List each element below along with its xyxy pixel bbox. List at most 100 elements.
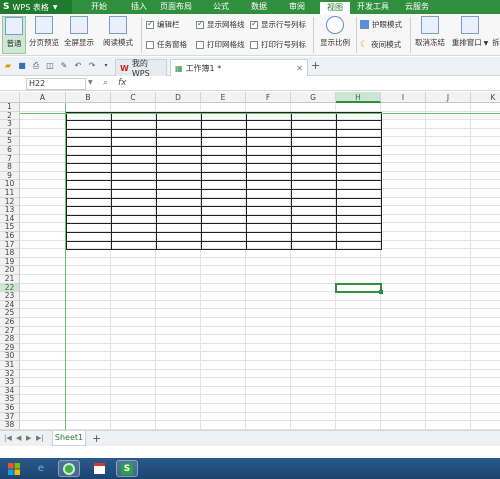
print-preview-icon[interactable]: ◫ bbox=[45, 61, 55, 71]
last-sheet-icon[interactable]: ▶| bbox=[36, 434, 44, 442]
freeze-line-vertical bbox=[65, 103, 66, 430]
grid-column bbox=[381, 103, 426, 430]
menu-item[interactable]: 数据 bbox=[244, 0, 274, 14]
wps-spreadsheet-taskbar-button[interactable]: S bbox=[116, 460, 138, 477]
checkbox-icon bbox=[250, 40, 258, 49]
eye-care-mode-button[interactable]: 护眼模式 bbox=[360, 19, 402, 30]
checkbox-checked-icon bbox=[196, 19, 204, 29]
eye-care-icon bbox=[360, 20, 369, 29]
column-header-i[interactable]: I bbox=[381, 92, 426, 103]
menu-item[interactable]: 页面布局 bbox=[156, 0, 196, 14]
full-screen-label: 全屏显示 bbox=[64, 38, 94, 47]
windows-start-icon[interactable] bbox=[3, 460, 25, 477]
task-pane-label: 任务窗格 bbox=[157, 40, 187, 49]
spreadsheet-grid[interactable]: ABCDEFGHIJK 1 2 3 4 5 6 7 8 9 10 11 12 13 14 15 16 17 18 1… bbox=[0, 92, 500, 430]
menu-item[interactable]: 插入 bbox=[124, 0, 154, 14]
grid-column bbox=[471, 103, 500, 430]
normal-view-button[interactable]: 普通 bbox=[2, 16, 26, 54]
reading-mode-button[interactable]: 阅读模式 bbox=[98, 16, 138, 54]
column-header-e[interactable]: E bbox=[201, 92, 246, 103]
print-headers-toggle[interactable]: 打印行号列标 bbox=[250, 39, 306, 50]
wps-logo: S bbox=[3, 2, 10, 12]
full-screen-button[interactable]: 全屏显示 bbox=[62, 16, 96, 54]
menu-item[interactable]: 开发工具 bbox=[353, 0, 393, 14]
sheet-tab-sheet1[interactable]: Sheet1 bbox=[52, 431, 86, 446]
first-sheet-icon[interactable]: |◀ bbox=[4, 434, 12, 442]
show-headers-toggle[interactable]: 显示行号列标 bbox=[250, 19, 306, 30]
night-mode-button[interactable]: ☾ 夜间模式 bbox=[360, 39, 401, 50]
calendar-icon[interactable] bbox=[88, 460, 110, 477]
column-header-d[interactable]: D bbox=[156, 92, 201, 103]
open-folder-icon[interactable]: ▰ bbox=[3, 61, 13, 71]
wps-w-icon: W bbox=[120, 63, 129, 73]
zoom-formula-icon[interactable]: ⌕ bbox=[103, 78, 108, 88]
magnifier-icon bbox=[326, 16, 344, 34]
redo-icon[interactable]: ↷ bbox=[87, 61, 97, 71]
column-header-g[interactable]: G bbox=[291, 92, 336, 103]
column-header-f[interactable]: F bbox=[246, 92, 291, 103]
checkbox-icon bbox=[196, 40, 204, 49]
format-painter-icon[interactable]: ✎ bbox=[59, 61, 69, 71]
unfreeze-label: 取消冻结 bbox=[415, 38, 445, 47]
active-cell-h22[interactable] bbox=[335, 282, 383, 294]
column-header-c[interactable]: C bbox=[111, 92, 156, 103]
split-button[interactable]: 拆 bbox=[492, 16, 500, 54]
night-mode-label: 夜间模式 bbox=[371, 40, 402, 49]
bordered-cell[interactable] bbox=[291, 240, 337, 251]
print-headers-label: 打印行号列标 bbox=[261, 40, 306, 49]
tab-workbook-label: 工作簿1 * bbox=[185, 63, 222, 73]
undo-icon[interactable]: ↶ bbox=[73, 61, 83, 71]
close-icon[interactable]: ✕ bbox=[296, 64, 303, 73]
page-break-preview-button[interactable]: 分页预览 bbox=[28, 16, 60, 54]
wps-spreadsheet-icon: S bbox=[121, 462, 133, 475]
new-tab-button[interactable]: + bbox=[311, 59, 320, 72]
arrange-windows-button[interactable]: 重排窗口 ▼ bbox=[449, 16, 491, 54]
print-icon[interactable]: ⎙ bbox=[31, 61, 41, 71]
bordered-cell[interactable] bbox=[336, 240, 382, 251]
previous-sheet-icon[interactable]: ◀ bbox=[16, 434, 21, 442]
zoom-label: 显示比例 bbox=[320, 38, 350, 47]
tab-workbook-1[interactable]: ▦ 工作簿1 * ✕ bbox=[170, 59, 308, 76]
task-pane-toggle[interactable]: 任务窗格 bbox=[146, 39, 187, 50]
unfreeze-panes-button[interactable]: 取消冻结 bbox=[413, 16, 447, 54]
name-box[interactable]: H22 bbox=[26, 78, 86, 90]
bordered-cell[interactable] bbox=[201, 240, 247, 251]
menu-item[interactable]: 审阅 bbox=[282, 0, 312, 14]
app-name: WPS 表格 bbox=[12, 2, 49, 12]
tab-my-wps[interactable]: W 我的WPS bbox=[115, 59, 167, 78]
bordered-cell[interactable] bbox=[111, 240, 157, 251]
print-gridlines-toggle[interactable]: 打印网格线 bbox=[196, 39, 245, 50]
column-header-k[interactable]: K bbox=[471, 92, 500, 103]
bordered-cell[interactable] bbox=[246, 240, 292, 251]
menu-item[interactable]: 公式 bbox=[206, 0, 236, 14]
menu-item[interactable]: 开始 bbox=[84, 0, 114, 14]
save-icon[interactable]: ■ bbox=[17, 61, 27, 71]
edit-bar-toggle[interactable]: 编辑栏 bbox=[146, 19, 180, 30]
add-sheet-button[interactable]: + bbox=[92, 432, 101, 445]
wps-office-icon[interactable] bbox=[58, 460, 80, 477]
menu-view-active[interactable]: 视图 bbox=[320, 0, 350, 14]
column-header-b[interactable]: B bbox=[66, 92, 111, 103]
menu-item[interactable]: 云服务 bbox=[402, 0, 432, 14]
zoom-button[interactable]: 显示比例 bbox=[317, 16, 353, 54]
print-gridlines-label: 打印网格线 bbox=[207, 40, 245, 49]
column-header-j[interactable]: J bbox=[426, 92, 471, 103]
chevron-down-icon[interactable]: ▼ bbox=[88, 79, 93, 86]
column-header-h[interactable]: H bbox=[336, 92, 381, 103]
eye-care-label: 护眼模式 bbox=[372, 20, 402, 29]
show-gridlines-toggle[interactable]: 显示网格线 bbox=[196, 19, 245, 30]
insert-function-button[interactable]: fx bbox=[118, 78, 127, 88]
next-sheet-icon[interactable]: ▶ bbox=[26, 434, 31, 442]
tab-my-wps-label: 我的WPS bbox=[131, 59, 150, 78]
show-headers-label: 显示行号列标 bbox=[261, 20, 306, 29]
sheet-tab-bar: |◀ ◀ ▶ ▶| Sheet1 + bbox=[0, 430, 500, 446]
split-label: 拆 bbox=[492, 38, 500, 47]
bordered-cell[interactable] bbox=[66, 240, 112, 251]
bordered-cell[interactable] bbox=[156, 240, 202, 251]
column-header-a[interactable]: A bbox=[20, 92, 66, 103]
chevron-down-icon[interactable]: ▾ bbox=[101, 61, 111, 71]
wps-app-menu-button[interactable]: S WPS 表格 ▼ bbox=[0, 0, 72, 14]
internet-explorer-icon[interactable]: e bbox=[30, 460, 52, 477]
grid-column bbox=[426, 103, 471, 430]
ribbon-divider bbox=[410, 17, 411, 53]
